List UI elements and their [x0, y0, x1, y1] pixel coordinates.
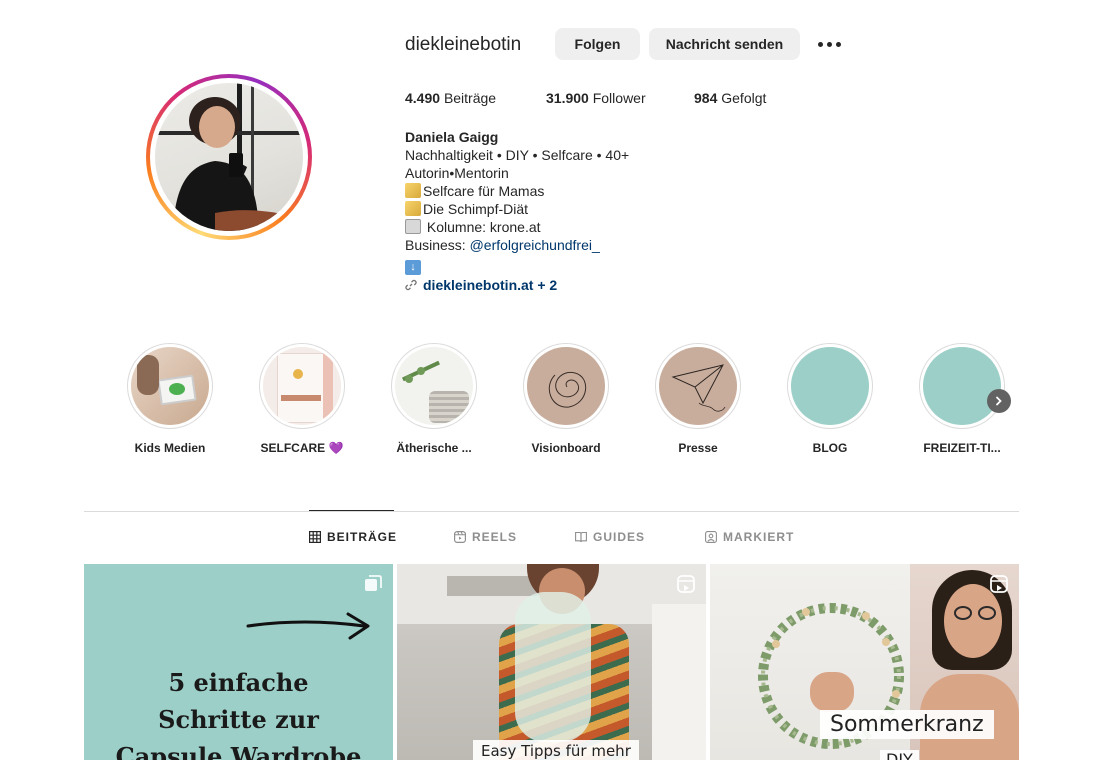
highlight-label: Kids Medien: [134, 441, 206, 455]
highlights-next-button[interactable]: [987, 389, 1011, 413]
posts-count: 4.490 Beiträge: [405, 90, 496, 106]
profile-bio: Daniela Gaigg Nachhaltigkeit • DIY • Sel…: [405, 128, 629, 295]
followers-count-label: Follower: [592, 90, 646, 106]
bio-line: ↓: [405, 254, 629, 275]
link-icon: [405, 279, 417, 291]
tab-guides[interactable]: GUIDES: [575, 530, 645, 544]
post-text-line: Schritte zur: [158, 705, 319, 734]
highlight-cover: [395, 347, 473, 425]
newspaper-emoji-icon: [405, 219, 421, 234]
highlight-label: Visionboard: [531, 441, 601, 455]
profile-avatar-story-ring[interactable]: [146, 74, 312, 240]
business-mention-link[interactable]: @erfolgreichundfrei_: [470, 237, 600, 253]
grid-icon: [309, 531, 321, 543]
highlight-blog[interactable]: BLOG: [775, 343, 885, 455]
carousel-icon: [365, 575, 382, 591]
more-options-icon[interactable]: [814, 36, 844, 52]
following-count-value: 984: [694, 90, 718, 106]
bio-line: Autorin•Mentorin: [405, 165, 509, 181]
post-thumbnail[interactable]: Easy Tipps für mehr: [397, 564, 706, 760]
paper-plane-icon: [671, 364, 726, 412]
highlight-visionboard[interactable]: Visionboard: [511, 343, 621, 455]
avatar: [155, 83, 303, 231]
bio-website-link[interactable]: diekleinebotin.at + 2: [405, 276, 557, 294]
posts-count-value: 4.490: [405, 90, 441, 106]
following-count[interactable]: 984 Gefolgt: [694, 90, 766, 106]
bio-line: Nachhaltigkeit • DIY • Selfcare • 40+: [405, 147, 630, 163]
post-thumbnail[interactable]: 5 einfache Schritte zur Capsule Wardrobe: [84, 564, 393, 760]
post-text-line: Capsule Wardrobe: [115, 742, 362, 760]
highlight-kids-medien[interactable]: Kids Medien: [115, 343, 225, 455]
highlight-cover: [923, 347, 1001, 425]
post-caption: Sommerkranz: [820, 710, 994, 739]
tab-tagged[interactable]: MARKIERT: [705, 530, 794, 544]
highlight-label: SELFCARE 💜: [260, 441, 344, 455]
spiral-icon: [548, 371, 586, 408]
chevron-right-icon: [996, 396, 1002, 406]
book-emoji-icon: [405, 183, 421, 198]
highlight-label: Ätherische ...: [396, 441, 472, 455]
highlight-aetherische[interactable]: Ätherische ...: [379, 343, 489, 455]
highlight-label: Presse: [678, 441, 718, 455]
post-thumbnail[interactable]: Sommerkranz DIY: [710, 564, 1019, 760]
profile-username: diekleinebotin: [405, 34, 522, 55]
bio-business-line: Business: @erfolgreichundfrei_: [405, 237, 600, 253]
posts-count-label: Beiträge: [443, 90, 497, 106]
tab-posts[interactable]: BEITRÄGE: [309, 530, 397, 544]
arrow-doodle-icon: [246, 612, 370, 640]
highlight-label: BLOG: [812, 441, 848, 455]
avatar-photo: [155, 83, 303, 231]
highlight-label: FREIZEIT-TI...: [923, 441, 1001, 455]
active-tab-indicator: [309, 510, 394, 511]
highlight-cover: [791, 347, 869, 425]
tab-reels[interactable]: REELS: [454, 530, 517, 544]
reel-icon: [677, 575, 695, 593]
follow-button[interactable]: Folgen: [555, 28, 640, 60]
bio-line: Selfcare für Mamas: [405, 182, 629, 200]
tagged-icon: [705, 531, 717, 543]
guides-icon: [575, 531, 587, 543]
post-text-line: 5 einfache: [168, 668, 309, 697]
reels-icon: [454, 531, 466, 543]
reel-icon: [990, 575, 1008, 593]
down-arrow-emoji-icon: ↓: [405, 260, 421, 275]
highlight-cover: [527, 347, 605, 425]
post-caption: Easy Tipps für mehr: [473, 740, 639, 760]
tabs-divider: [84, 511, 1019, 512]
bio-line: Die Schimpf-Diät: [405, 200, 629, 218]
highlight-selfcare[interactable]: SELFCARE 💜: [247, 343, 357, 455]
profile-full-name: Daniela Gaigg: [405, 129, 499, 145]
following-count-label: Gefolgt: [721, 90, 767, 106]
highlight-cover: [263, 347, 341, 425]
book-emoji-icon: [405, 201, 421, 216]
send-message-button[interactable]: Nachricht senden: [649, 28, 800, 60]
highlight-cover: [659, 347, 737, 425]
bio-line: Kolumne: krone.at: [405, 218, 629, 236]
followers-count-value: 31.900: [546, 90, 589, 106]
highlight-cover: [131, 347, 209, 425]
post-caption-secondary: DIY: [880, 750, 919, 760]
followers-count[interactable]: 31.900 Follower: [546, 90, 646, 106]
highlight-presse[interactable]: Presse: [643, 343, 753, 455]
